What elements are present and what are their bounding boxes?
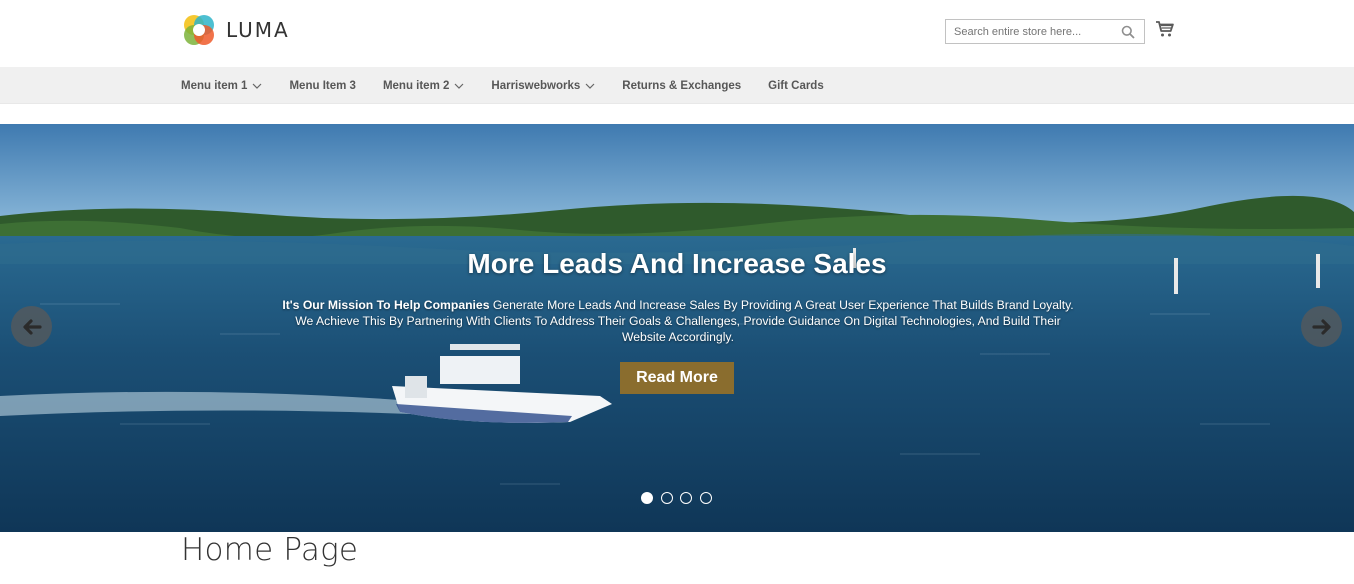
hero-slider: More Leads And Increase Sales It's Our M… [0, 124, 1354, 532]
nav-item-menu-item-2[interactable]: Menu item 2 [383, 80, 464, 92]
search-icon[interactable] [1121, 25, 1135, 39]
read-more-button[interactable]: Read More [620, 362, 734, 394]
hero-description-bold: It's Our Mission To Help Companies [282, 298, 490, 312]
nav-item-label: Menu item 1 [181, 79, 248, 92]
nav-item-menu-item-3[interactable]: Menu Item 3 [289, 80, 355, 92]
nav-item-label: Menu item 2 [382, 79, 450, 92]
slide-dot-2[interactable] [660, 492, 673, 504]
slide-dot-1[interactable] [641, 492, 653, 504]
logo-text: LUMA [226, 18, 290, 42]
nav-item-harriswebworks[interactable]: Harriswebworks [491, 80, 595, 92]
nav-item-returns-exchanges[interactable]: Returns & Exchanges [622, 80, 741, 92]
slider-pagination [641, 492, 719, 504]
cart-icon[interactable] [1155, 19, 1175, 39]
chevron-down-icon [253, 83, 262, 89]
chevron-down-icon [454, 83, 464, 89]
chevron-down-icon [585, 83, 595, 89]
logo-icon [184, 15, 214, 45]
hero-title: More Leads And Increase Sales [467, 248, 887, 279]
nav-item-label: Gift Cards [768, 79, 824, 92]
search-box [945, 19, 1145, 44]
nav-item-menu-item-1[interactable]: Menu item 1 [181, 80, 262, 92]
hero-description: It's Our Mission To Help Companies Gener… [278, 297, 1078, 345]
site-header: LUMA [0, 0, 1354, 67]
search-input[interactable] [946, 20, 1116, 43]
main-navigation: Menu item 1 Menu Item 3 Menu item 2 Harr… [0, 67, 1354, 104]
nav-item-label: Harriswebworks [491, 79, 581, 92]
arrow-right-icon [1311, 318, 1331, 335]
next-slide-button[interactable] [1301, 306, 1342, 347]
page-title: Home Page [181, 532, 359, 568]
nav-item-label: Menu Item 3 [289, 79, 356, 92]
luma-logo[interactable]: LUMA [181, 12, 290, 48]
nav-item-gift-cards[interactable]: Gift Cards [768, 80, 824, 92]
prev-slide-button[interactable] [11, 306, 52, 347]
arrow-left-icon [22, 318, 42, 335]
slide-dot-4[interactable] [699, 492, 712, 504]
nav-item-label: Returns & Exchanges [622, 79, 742, 92]
slide-dot-3[interactable] [680, 492, 692, 504]
